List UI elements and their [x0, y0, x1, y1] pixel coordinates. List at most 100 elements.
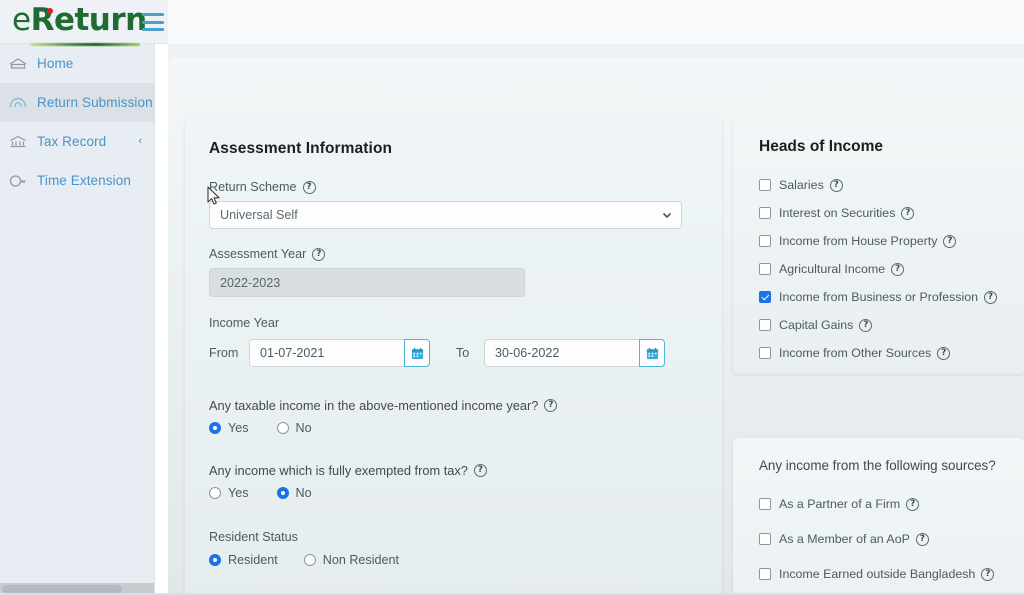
- return-scheme-select[interactable]: Universal Self: [209, 201, 682, 229]
- hamburger-icon[interactable]: [142, 13, 164, 31]
- assessment-year-label-row: Assessment Year ?: [209, 247, 698, 261]
- help-icon[interactable]: ?: [302, 180, 316, 194]
- help-icon[interactable]: ?: [891, 262, 905, 276]
- resident-status-resident[interactable]: Resident: [209, 553, 278, 567]
- other-income-sources-panel: Any income from the following sources? A…: [733, 438, 1024, 595]
- taxable-income-question-text: Any taxable income in the above-mentione…: [209, 398, 539, 413]
- taxable-income-radio-group: Yes No: [209, 421, 698, 435]
- checkbox-label: Capital Gains: [779, 318, 854, 332]
- sidebar: Home Return Submission Tax Record ‹ Time…: [0, 44, 155, 595]
- page-left-gutter: [155, 44, 168, 595]
- home-icon: [6, 54, 30, 74]
- assessment-year-value: 2022-2023: [209, 268, 525, 297]
- help-icon[interactable]: ?: [829, 178, 843, 192]
- radio-label: Yes: [228, 486, 249, 500]
- checkbox-member-of-an-aop[interactable]: As a Member of an AoP ?: [759, 532, 1024, 546]
- checkbox-label: Income from Business or Profession: [779, 290, 979, 304]
- help-icon[interactable]: ?: [859, 318, 873, 332]
- sidebar-item-label: Home: [37, 56, 74, 71]
- help-icon[interactable]: ?: [901, 206, 915, 220]
- chevron-left-icon[interactable]: ‹: [138, 135, 142, 147]
- page-body: Assessment Information Return Scheme ? U…: [168, 44, 1024, 595]
- scrollbar-thumb[interactable]: [2, 585, 122, 593]
- radio-label: Non Resident: [322, 553, 400, 567]
- help-icon[interactable]: ?: [544, 399, 558, 412]
- assessment-year-label: Assessment Year: [209, 247, 307, 261]
- page-title: Assessment Information: [209, 140, 393, 157]
- checkbox-capital-gains[interactable]: Capital Gains ?: [759, 318, 1024, 332]
- checkbox-indicator: [759, 568, 771, 580]
- checkbox-income-earned-outside-bangladesh[interactable]: Income Earned outside Bangladesh ?: [759, 567, 1024, 581]
- to-calendar-button[interactable]: [639, 339, 665, 367]
- help-icon[interactable]: ?: [984, 290, 998, 304]
- sidebar-item-return-submission[interactable]: Return Submission: [0, 83, 154, 122]
- checkbox-partner-of-a-firm[interactable]: As a Partner of a Firm ?: [759, 497, 1024, 511]
- help-icon[interactable]: ?: [312, 247, 326, 261]
- checkbox-label: Income from Other Sources: [779, 346, 932, 360]
- hamburger-bar: [142, 28, 164, 31]
- radio-indicator: [276, 422, 289, 434]
- return-scheme-label: Return Scheme: [209, 180, 297, 194]
- checkbox-interest-on-securities[interactable]: Interest on Securities ?: [759, 206, 1024, 220]
- income-year-to-input[interactable]: 30-06-2022: [484, 339, 639, 367]
- resident-status-non-resident[interactable]: Non Resident: [303, 553, 400, 567]
- radio-indicator: [209, 487, 221, 499]
- return-scheme-value: Universal Self: [220, 208, 298, 222]
- logo-red-dot-icon: [47, 8, 53, 14]
- checkbox-indicator: [759, 235, 771, 247]
- checkbox-label: Agricultural Income: [779, 262, 886, 276]
- checkbox-indicator: [759, 263, 771, 275]
- help-icon[interactable]: ?: [906, 497, 920, 511]
- checkbox-label: Income Earned outside Bangladesh: [779, 567, 976, 581]
- checkbox-agricultural-income[interactable]: Agricultural Income ?: [759, 262, 1024, 276]
- taxable-income-yes[interactable]: Yes: [209, 421, 249, 435]
- heads-of-income-panel: Heads of Income Salaries ? Interest on S…: [733, 118, 1024, 374]
- sidebar-item-tax-record[interactable]: Tax Record ‹: [0, 122, 154, 161]
- top-bar-right-area: [168, 0, 1024, 44]
- chevron-down-icon: [662, 212, 672, 219]
- taxable-income-no[interactable]: No: [276, 421, 312, 435]
- sidebar-item-label: Tax Record: [37, 134, 107, 149]
- content-shell: Assessment Information Return Scheme ? U…: [168, 58, 1024, 595]
- help-icon[interactable]: ?: [981, 567, 995, 581]
- checkbox-income-from-other-sources[interactable]: Income from Other Sources ?: [759, 346, 1024, 360]
- exempted-income-yes[interactable]: Yes: [209, 486, 249, 500]
- checkbox-income-from-house-property[interactable]: Income from House Property ?: [759, 234, 1024, 248]
- to-date-value: 30-06-2022: [495, 346, 560, 360]
- calendar-icon: [646, 347, 658, 359]
- resident-status-radio-group: Resident Non Resident: [209, 553, 698, 567]
- income-year-to-label: To: [456, 346, 470, 360]
- income-year-to-group: 30-06-2022: [484, 339, 665, 367]
- radio-indicator: [209, 422, 221, 434]
- income-year-from-input[interactable]: 01-07-2021: [249, 339, 404, 367]
- checkbox-income-from-business-or-profession[interactable]: Income from Business or Profession ?: [759, 290, 1024, 304]
- exempted-income-radio-group: Yes No: [209, 486, 698, 500]
- checkbox-salaries[interactable]: Salaries ?: [759, 178, 1024, 192]
- checkbox-indicator: [759, 179, 771, 191]
- other-sources-question: Any income from the following sources?: [759, 458, 996, 473]
- top-bar: eReturn: [0, 0, 1024, 46]
- radio-indicator: [303, 554, 316, 566]
- hamburger-bar: [142, 20, 164, 24]
- exempted-income-no[interactable]: No: [276, 486, 312, 500]
- logo-prefix: e: [12, 2, 31, 38]
- radio-label: No: [295, 486, 312, 500]
- checkbox-indicator: [759, 347, 771, 359]
- app-logo[interactable]: eReturn: [12, 2, 147, 46]
- heads-of-income-title: Heads of Income: [759, 138, 884, 155]
- return-submission-icon: [6, 93, 30, 113]
- help-icon[interactable]: ?: [937, 346, 951, 360]
- resident-status-label: Resident Status: [209, 530, 298, 544]
- checkbox-indicator: [759, 319, 771, 331]
- from-calendar-button[interactable]: [404, 339, 430, 367]
- help-icon[interactable]: ?: [915, 532, 929, 546]
- sidebar-item-time-extension[interactable]: Time Extension: [0, 161, 154, 200]
- income-year-row: From 01-07-2021 To 30-06-2022: [209, 339, 698, 367]
- help-icon[interactable]: ?: [473, 464, 487, 477]
- sidebar-item-home[interactable]: Home: [0, 44, 154, 83]
- help-icon[interactable]: ?: [943, 234, 957, 248]
- assessment-information-card: Assessment Information Return Scheme ? U…: [185, 118, 722, 595]
- radio-indicator: [209, 554, 221, 566]
- return-scheme-label-row: Return Scheme ?: [209, 180, 698, 194]
- checkbox-indicator: [759, 291, 771, 303]
